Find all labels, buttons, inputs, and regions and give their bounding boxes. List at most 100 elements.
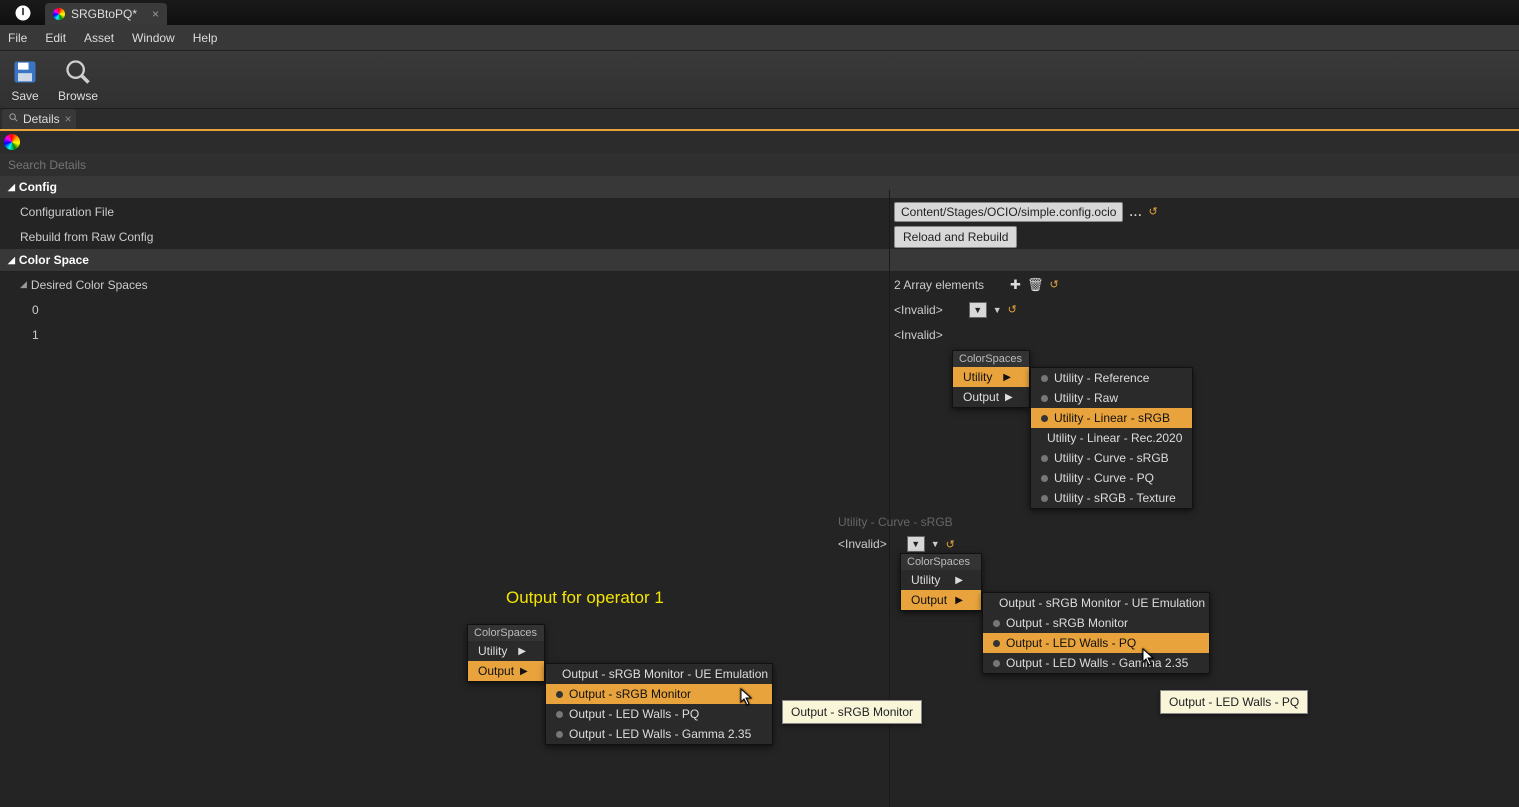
submenu-utility-curve-pq[interactable]: Utility - Curve - PQ bbox=[1031, 468, 1192, 488]
config-file-path[interactable]: Content/Stages/OCIO/simple.config.ocio bbox=[894, 202, 1123, 222]
menu-edit[interactable]: Edit bbox=[45, 31, 66, 45]
save-button[interactable]: Save bbox=[10, 57, 40, 103]
submenu-utility-curve-srgb[interactable]: Utility - Curve - sRGB bbox=[1031, 448, 1192, 468]
bullet-icon bbox=[1041, 475, 1048, 482]
submenu-label: Utility - Curve - PQ bbox=[1054, 471, 1154, 485]
submenu-output-led-pq[interactable]: Output - LED Walls - PQ bbox=[983, 633, 1209, 653]
asset-icon-row bbox=[0, 131, 1519, 153]
toolbar: Save Browse bbox=[0, 51, 1519, 109]
menu-output[interactable]: Output ▶ bbox=[953, 387, 1029, 407]
tooltip-srgb-monitor: Output - sRGB Monitor bbox=[782, 700, 922, 724]
submenu-output-led-gamma[interactable]: Output - LED Walls - Gamma 2.35 bbox=[983, 653, 1209, 673]
search-row bbox=[0, 153, 1519, 176]
browse-path-button[interactable]: ... bbox=[1129, 205, 1142, 219]
menu-header: ColorSpaces bbox=[468, 625, 544, 641]
options-button[interactable]: ▼ bbox=[931, 539, 940, 549]
submenu-utility-linear-srgb[interactable]: Utility - Linear - sRGB bbox=[1031, 408, 1192, 428]
submenu-label: Utility - Linear - sRGB bbox=[1054, 411, 1170, 425]
submenu-label: Utility - Linear - Rec.2020 bbox=[1047, 431, 1182, 445]
expand-icon[interactable]: ◢ bbox=[20, 279, 27, 290]
submenu-label: Output - LED Walls - PQ bbox=[1006, 636, 1136, 650]
submenu-label: Output - LED Walls - PQ bbox=[569, 707, 699, 721]
menu-utility-label: Utility bbox=[478, 644, 507, 658]
colorspaces-menu-3: ColorSpaces Utility ▶ Output ▶ bbox=[467, 624, 545, 682]
array-element-1-row: 1 <Invalid> bbox=[0, 322, 1519, 347]
save-icon bbox=[10, 57, 40, 87]
close-icon[interactable]: × bbox=[152, 7, 159, 21]
output-submenu-2: Output - sRGB Monitor - UE Emulation Out… bbox=[982, 592, 1210, 674]
submenu-arrow-icon: ▶ bbox=[955, 575, 963, 586]
bullet-icon bbox=[1041, 375, 1048, 382]
clear-array-button[interactable]: 🗑 bbox=[1027, 277, 1044, 293]
ocio-tab-icon bbox=[53, 8, 65, 20]
submenu-output-led-gamma[interactable]: Output - LED Walls - Gamma 2.35 bbox=[546, 724, 772, 744]
reset-icon[interactable]: ↺ bbox=[1008, 303, 1017, 316]
array-index-1: 1 bbox=[0, 328, 890, 342]
ocio-asset-icon bbox=[4, 134, 20, 150]
invalid-dropdown-2-row: <Invalid> ▼ ▼ ↺ bbox=[838, 536, 955, 552]
array-index-0: 0 bbox=[0, 303, 890, 317]
menu-help[interactable]: Help bbox=[193, 31, 218, 45]
menu-utility[interactable]: Utility ▶ bbox=[901, 570, 981, 590]
reload-rebuild-button[interactable]: Reload and Rebuild bbox=[894, 226, 1017, 248]
submenu-label: Utility - Raw bbox=[1054, 391, 1118, 405]
bullet-icon bbox=[556, 731, 563, 738]
submenu-label: Output - sRGB Monitor - UE Emulation bbox=[562, 667, 768, 681]
colorspace-header-label: Color Space bbox=[19, 253, 89, 267]
reset-icon[interactable]: ↺ bbox=[1049, 278, 1058, 291]
menu-bar: File Edit Asset Window Help bbox=[0, 25, 1519, 51]
search-input[interactable] bbox=[0, 153, 1519, 176]
desired-label-text: Desired Color Spaces bbox=[31, 278, 148, 292]
menu-utility[interactable]: Utility ▶ bbox=[468, 641, 544, 661]
submenu-utility-linear-rec2020[interactable]: Utility - Linear - Rec.2020 bbox=[1031, 428, 1192, 448]
menu-header: ColorSpaces bbox=[901, 554, 981, 570]
utility-submenu: Utility - Reference Utility - Raw Utilit… bbox=[1030, 367, 1193, 509]
details-tab-label: Details bbox=[23, 112, 60, 126]
submenu-output-srgb-monitor[interactable]: Output - sRGB Monitor bbox=[983, 613, 1209, 633]
menu-output-label: Output bbox=[478, 664, 514, 678]
submenu-arrow-icon: ▶ bbox=[518, 646, 526, 657]
document-tab[interactable]: SRGBtoPQ* × bbox=[45, 3, 167, 25]
reset-icon[interactable]: ↺ bbox=[946, 538, 955, 551]
browse-button[interactable]: Browse bbox=[58, 57, 98, 103]
colorspace-category-header[interactable]: ◢ Color Space bbox=[0, 249, 1519, 272]
annotation-output-operator: Output for operator 1 bbox=[506, 588, 664, 608]
ue-logo-icon bbox=[0, 0, 45, 25]
details-tab[interactable]: Details × bbox=[2, 109, 76, 129]
submenu-label: Utility - sRGB - Texture bbox=[1054, 491, 1176, 505]
submenu-output-ue-emulation[interactable]: Output - sRGB Monitor - UE Emulation bbox=[546, 664, 772, 684]
menu-asset[interactable]: Asset bbox=[84, 31, 114, 45]
colorspaces-menu-1: ColorSpaces Utility ▶ Output ▶ bbox=[952, 350, 1030, 408]
submenu-label: Output - sRGB Monitor bbox=[1006, 616, 1128, 630]
options-button[interactable]: ▼ bbox=[993, 305, 1002, 315]
menu-output[interactable]: Output ▶ bbox=[468, 661, 544, 681]
bullet-icon bbox=[1041, 395, 1048, 402]
submenu-output-ue-emulation[interactable]: Output - sRGB Monitor - UE Emulation bbox=[983, 593, 1209, 613]
submenu-label: Output - LED Walls - Gamma 2.35 bbox=[1006, 656, 1188, 670]
add-element-button[interactable]: ✚ bbox=[1010, 277, 1021, 293]
tab-title: SRGBtoPQ* bbox=[71, 7, 137, 21]
menu-window[interactable]: Window bbox=[132, 31, 175, 45]
bullet-icon bbox=[1041, 455, 1048, 462]
submenu-arrow-icon: ▶ bbox=[520, 666, 528, 677]
browse-label: Browse bbox=[58, 89, 98, 103]
menu-utility[interactable]: Utility ▶ bbox=[953, 367, 1029, 387]
element-1-value: <Invalid> bbox=[894, 328, 943, 342]
submenu-output-srgb-monitor[interactable]: Output - sRGB Monitor bbox=[546, 684, 772, 704]
config-header-label: Config bbox=[19, 180, 57, 194]
submenu-utility-srgb-texture[interactable]: Utility - sRGB - Texture bbox=[1031, 488, 1192, 508]
menu-utility-label: Utility bbox=[963, 370, 992, 384]
dropdown-button[interactable]: ▼ bbox=[969, 302, 987, 318]
config-category-header[interactable]: ◢ Config bbox=[0, 176, 1519, 199]
menu-output-label: Output bbox=[911, 593, 947, 607]
reset-icon[interactable]: ↺ bbox=[1148, 205, 1157, 218]
menu-file[interactable]: File bbox=[8, 31, 27, 45]
details-close-icon[interactable]: × bbox=[65, 112, 72, 126]
array-count: 2 Array elements bbox=[894, 278, 984, 292]
submenu-utility-reference[interactable]: Utility - Reference bbox=[1031, 368, 1192, 388]
dropdown-button[interactable]: ▼ bbox=[907, 536, 925, 552]
submenu-utility-raw[interactable]: Utility - Raw bbox=[1031, 388, 1192, 408]
submenu-output-led-pq[interactable]: Output - LED Walls - PQ bbox=[546, 704, 772, 724]
menu-output[interactable]: Output ▶ bbox=[901, 590, 981, 610]
submenu-arrow-icon: ▶ bbox=[1005, 392, 1013, 403]
